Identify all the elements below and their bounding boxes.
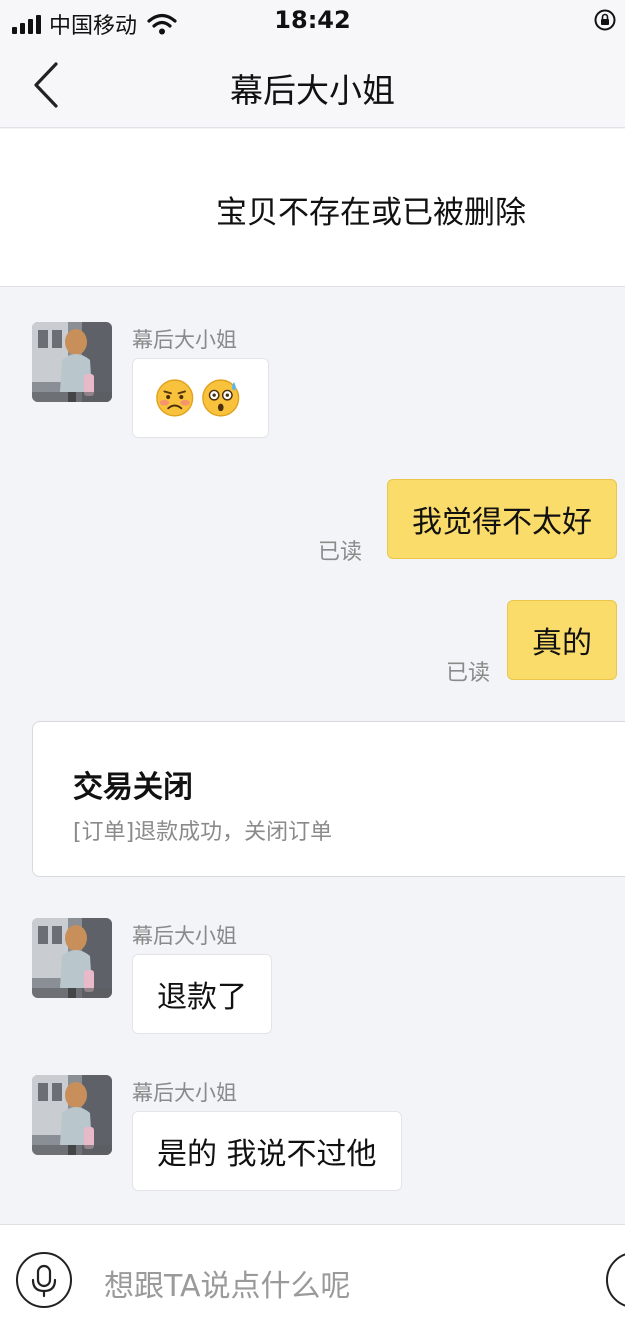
order-status-card[interactable]: 交易关闭 [订单]退款成功，关闭订单 [32,721,625,877]
status-time: 18:42 [274,6,351,34]
message-bubble-incoming[interactable]: 是的 我说不过他 [132,1111,402,1191]
avatar[interactable] [32,1075,112,1155]
order-subtitle: [订单]退款成功，关闭订单 [73,820,333,845]
read-status: 已读 [446,661,491,686]
avatar[interactable] [32,918,112,998]
microphone-icon [31,1264,57,1298]
message-bubble-outgoing[interactable]: 我觉得不太好 [387,479,617,559]
item-banner-text: 宝贝不存在或已被删除 [216,195,526,231]
emoji-button-icon[interactable] [606,1252,625,1308]
message-input-bar: 想跟TA说点什么呢 [0,1224,625,1334]
sender-name: 幕后大小姐 [132,328,237,352]
order-title: 交易关闭 [73,770,193,805]
message-bubble-incoming[interactable]: 退款了 [132,954,272,1034]
item-banner[interactable]: 宝贝不存在或已被删除 [0,129,625,287]
message-bubble-outgoing[interactable]: 真的 [507,600,617,680]
message-text: 我觉得不太好 [412,505,592,540]
message-text: 真的 [532,626,592,661]
nav-bar: 幕后大小姐 [0,44,625,128]
avatar[interactable] [32,322,112,402]
sender-name: 幕后大小姐 [132,1081,237,1105]
nav-title: 幕后大小姐 [230,71,395,110]
sender-name: 幕后大小姐 [132,924,237,948]
worried-face-emoji [156,379,194,417]
message-bubble-incoming[interactable] [132,358,269,438]
lock-rotation-icon [594,9,616,31]
anxious-sweat-face-emoji [201,379,239,417]
message-text: 是的 我说不过他 [157,1137,377,1172]
message-input[interactable]: 想跟TA说点什么呢 [104,1261,351,1305]
read-status: 已读 [318,540,363,565]
status-bar: 中国移动 18:42 [0,0,625,44]
message-text: 退款了 [157,980,247,1015]
chat-screen: 中国移动 18:42 幕后大小姐 宝贝不存在或已被删除 幕后大小姐 已读 我觉得… [0,0,625,1334]
voice-input-button[interactable] [16,1252,72,1308]
